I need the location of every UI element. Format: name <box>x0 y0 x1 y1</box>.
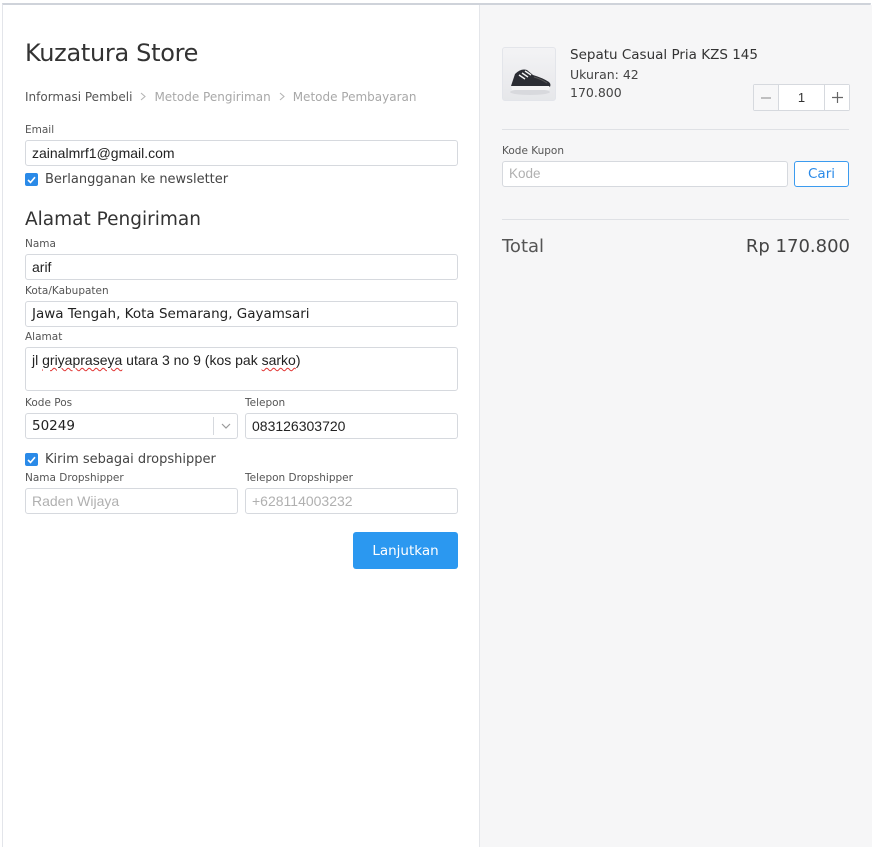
product-price: 170.800 <box>570 85 622 100</box>
summary-divider <box>502 219 849 220</box>
postal-code-select[interactable]: 50249 <box>25 413 238 439</box>
checkout-form-panel: Kuzatura Store Informasi Pembeli Metode … <box>3 5 479 847</box>
address-textarea[interactable]: jl griyapraseya utara 3 no 9 (kos pak sa… <box>25 347 458 391</box>
email-field[interactable]: zainalmrf1@gmail.com <box>25 140 458 166</box>
address-text: ) <box>295 352 301 368</box>
total-value: Rp 170.800 <box>745 236 850 257</box>
dropshipper-name-label: Nama Dropshipper <box>25 472 124 484</box>
quantity-stepper[interactable]: 1 <box>753 84 850 111</box>
product-name: Sepatu Casual Pria KZS 145 <box>570 47 758 63</box>
dropship-label: Kirim sebagai dropshipper <box>45 452 216 467</box>
coupon-label: Kode Kupon <box>502 145 565 157</box>
name-field[interactable]: arif <box>25 254 458 280</box>
increment-button[interactable] <box>824 85 849 110</box>
dropship-checkbox-row[interactable]: Kirim sebagai dropshipper <box>25 452 216 467</box>
total-label: Total <box>502 236 545 257</box>
dropshipper-phone-label: Telepon Dropshipper <box>245 472 353 484</box>
minus-icon <box>761 96 771 99</box>
city-label: Kota/Kabupaten <box>25 285 109 297</box>
chevron-right-icon <box>140 90 147 104</box>
address-text-misspelled: griyapraseya <box>42 352 123 368</box>
sneaker-icon <box>510 69 551 95</box>
postal-code-label: Kode Pos <box>25 397 73 409</box>
product-size: Ukuran: 42 <box>570 67 639 82</box>
phone-field[interactable]: 083126303720 <box>245 413 458 439</box>
continue-button[interactable]: Lanjutkan <box>353 532 458 569</box>
coupon-input[interactable]: Kode <box>502 161 788 187</box>
newsletter-checkbox[interactable] <box>25 173 38 186</box>
postal-code-value: 50249 <box>32 418 75 434</box>
check-icon <box>27 176 36 184</box>
shipping-section-title: Alamat Pengiriman <box>25 209 201 230</box>
address-text: jl <box>32 352 43 368</box>
breadcrumb-item-metode-pembayaran[interactable]: Metode Pembayaran <box>293 90 417 104</box>
plus-icon <box>831 92 843 103</box>
address-text-misspelled: sarko <box>261 352 296 368</box>
chevron-right-icon <box>279 90 285 104</box>
breadcrumb-item-metode-pengiriman[interactable]: Metode Pengiriman <box>154 90 270 104</box>
email-label: Email <box>25 124 55 136</box>
product-thumbnail <box>502 47 556 101</box>
breadcrumb: Informasi Pembeli Metode Pengiriman Meto… <box>25 90 417 104</box>
dropshipper-name-field[interactable]: Raden Wijaya <box>25 488 238 514</box>
dropship-checkbox[interactable] <box>25 453 38 466</box>
store-title: Kuzatura Store <box>25 39 199 67</box>
order-summary-panel: Sepatu Casual Pria KZS 145 Ukuran: 42 17… <box>479 5 872 847</box>
phone-label: Telepon <box>245 397 286 409</box>
decrement-button[interactable] <box>754 85 779 110</box>
name-label: Nama <box>25 238 56 250</box>
newsletter-label: Berlangganan ke newsletter <box>45 172 229 187</box>
newsletter-checkbox-row[interactable]: Berlangganan ke newsletter <box>25 172 228 187</box>
check-icon <box>27 456 36 464</box>
quantity-value[interactable]: 1 <box>779 85 824 110</box>
breadcrumb-item-informasi-pembeli[interactable]: Informasi Pembeli <box>25 90 132 104</box>
address-label: Alamat <box>25 331 63 343</box>
chevron-down-icon[interactable] <box>213 417 237 435</box>
summary-divider <box>502 129 849 130</box>
coupon-search-button[interactable]: Cari <box>794 161 849 187</box>
city-field[interactable]: Jawa Tengah, Kota Semarang, Gayamsari <box>25 301 458 327</box>
dropshipper-phone-field[interactable]: +628114003232 <box>245 488 458 514</box>
address-text: utara 3 no 9 (kos pak <box>122 352 262 368</box>
